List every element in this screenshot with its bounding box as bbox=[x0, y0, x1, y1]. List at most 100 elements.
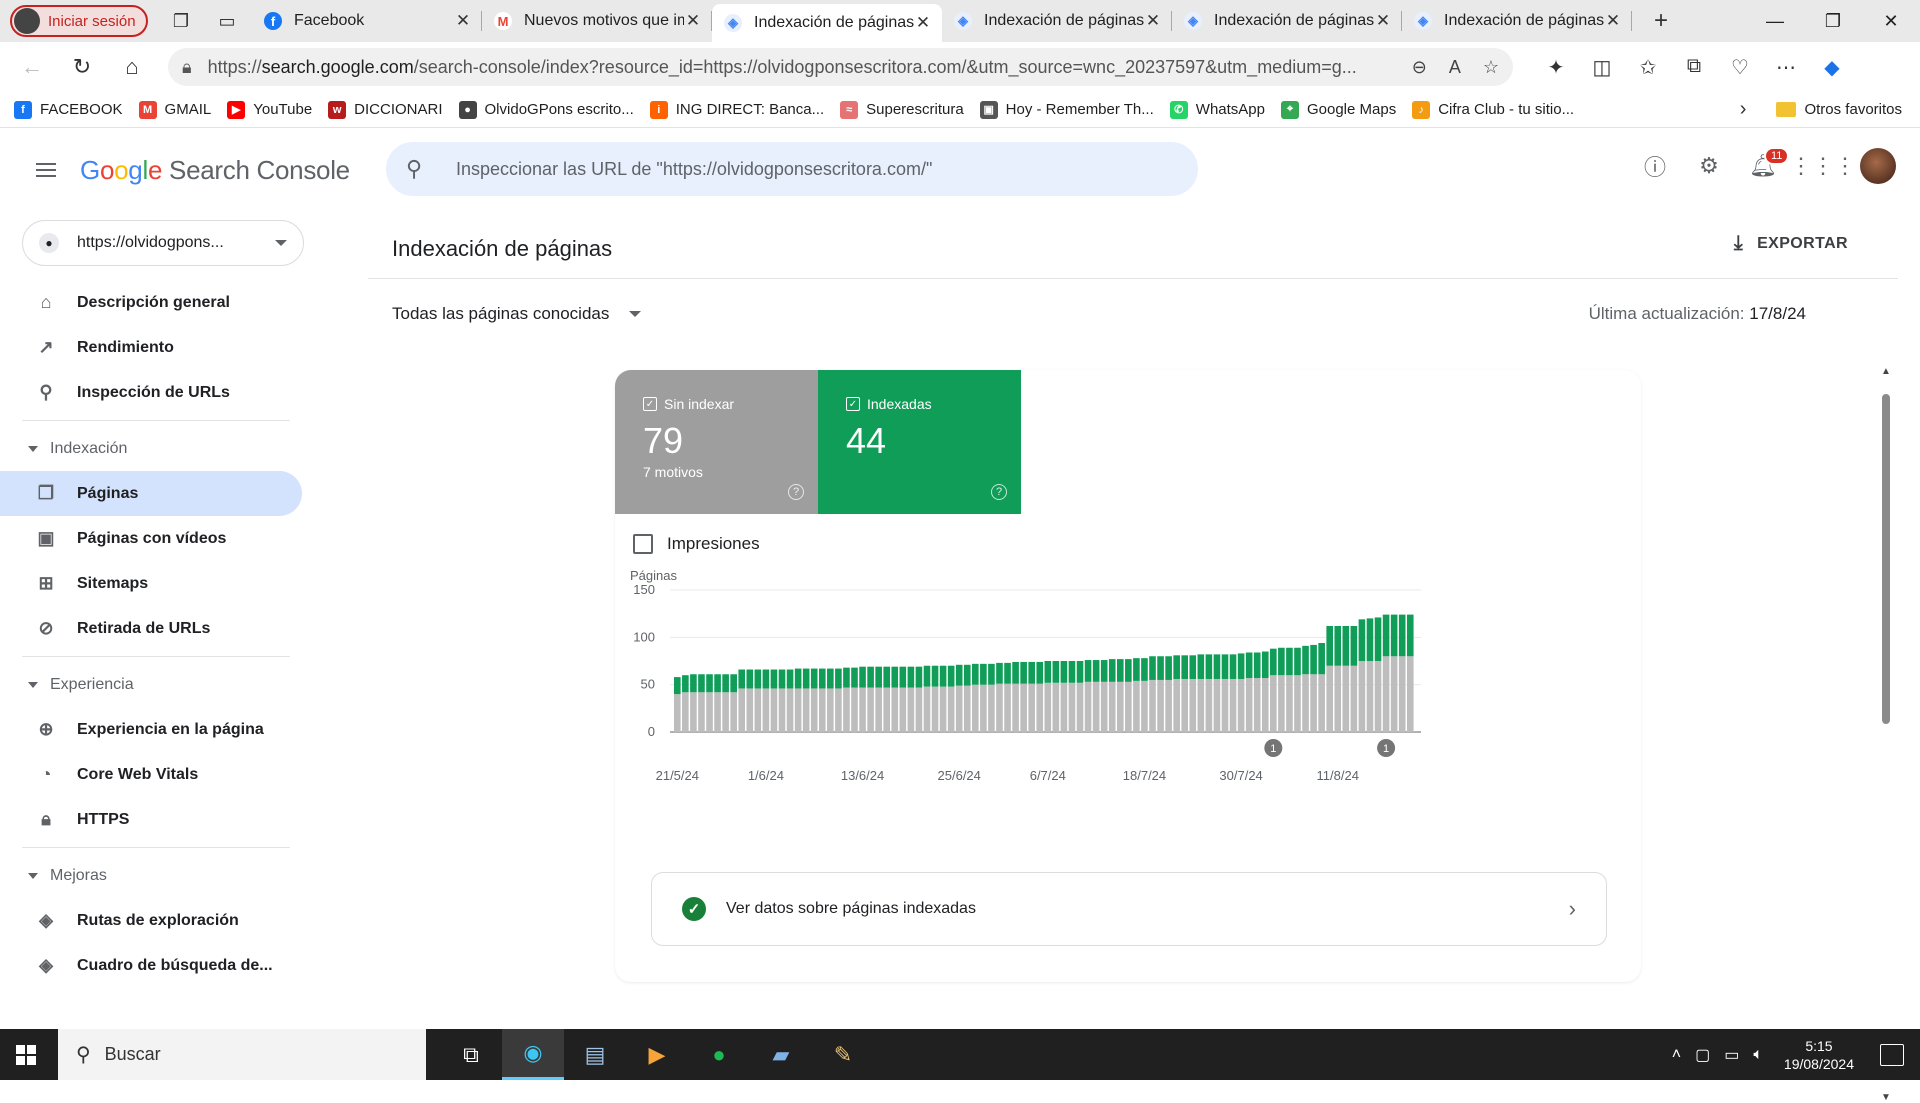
more-icon[interactable]: ⋯ bbox=[1763, 55, 1809, 80]
bar-segment[interactable] bbox=[810, 668, 818, 689]
bar-segment[interactable] bbox=[980, 684, 987, 732]
apps-grid-icon[interactable]: ⋮⋮⋮ bbox=[1790, 153, 1856, 179]
bar-segment[interactable] bbox=[1350, 625, 1358, 666]
bookmark-item[interactable]: ≈ Superescritura bbox=[840, 100, 964, 119]
bar-segment[interactable] bbox=[1342, 665, 1350, 732]
bar-segment[interactable] bbox=[698, 692, 705, 732]
lock-icon[interactable]: 🔒︎ bbox=[182, 57, 192, 78]
bar-segment[interactable] bbox=[1382, 656, 1390, 732]
sidebar-item[interactable]: ⌂ Descripción general bbox=[0, 280, 302, 325]
menu-icon[interactable] bbox=[22, 146, 70, 194]
vertical-tabs-icon[interactable]: ▭ bbox=[214, 8, 240, 34]
bar-segment[interactable] bbox=[1100, 660, 1108, 682]
bar-segment[interactable] bbox=[738, 688, 746, 732]
metric-indexed[interactable]: ✓ Indexadas 44 ? bbox=[818, 370, 1021, 514]
profile-button[interactable]: Iniciar sesión bbox=[10, 5, 148, 37]
sidebar-item[interactable]: ▣ Páginas con vídeos bbox=[0, 516, 302, 561]
bar-segment[interactable] bbox=[1133, 658, 1140, 681]
bar-segment[interactable] bbox=[1253, 652, 1261, 679]
close-tab-icon[interactable]: ✕ bbox=[1144, 11, 1162, 31]
bar-segment[interactable] bbox=[1084, 681, 1092, 732]
bar-segment[interactable] bbox=[1398, 614, 1406, 657]
bar-segment[interactable] bbox=[1116, 659, 1124, 682]
bar-segment[interactable] bbox=[1406, 614, 1414, 657]
bar-segment[interactable] bbox=[674, 694, 681, 732]
task-view-icon[interactable]: ⧉ bbox=[440, 1029, 502, 1080]
bar-segment[interactable] bbox=[1020, 661, 1027, 684]
bar-segment[interactable] bbox=[690, 674, 697, 693]
bar-segment[interactable] bbox=[1108, 681, 1116, 732]
bar-segment[interactable] bbox=[1358, 661, 1366, 732]
taskbar-search[interactable]: ⚲ Buscar bbox=[58, 1029, 426, 1080]
bar-segment[interactable] bbox=[1116, 681, 1124, 732]
bar-segment[interactable] bbox=[1141, 658, 1148, 681]
bar-segment[interactable] bbox=[1141, 680, 1148, 732]
search-console-logo[interactable]: Google Search Console bbox=[80, 155, 350, 186]
sidebar-item[interactable]: ◈ Rutas de exploración bbox=[0, 898, 302, 943]
zoom-icon[interactable]: ⊖ bbox=[1412, 57, 1427, 78]
bar-segment[interactable] bbox=[1406, 656, 1414, 732]
bar-segment[interactable] bbox=[843, 667, 850, 688]
scrollbar-thumb[interactable] bbox=[1882, 394, 1890, 724]
sidebar-item[interactable]: ❐ Páginas bbox=[0, 471, 302, 516]
edge-icon[interactable]: ◉ bbox=[502, 1029, 564, 1080]
bookmark-item[interactable]: i ING DIRECT: Banca... bbox=[649, 100, 824, 119]
sidebar-item[interactable]: ⊞ Sitemaps bbox=[0, 561, 302, 606]
bar-segment[interactable] bbox=[996, 683, 1003, 732]
bar-segment[interactable] bbox=[851, 687, 858, 732]
bar-segment[interactable] bbox=[1221, 654, 1229, 679]
bar-segment[interactable] bbox=[1125, 659, 1132, 682]
bar-segment[interactable] bbox=[1366, 661, 1374, 732]
url-text[interactable]: https://search.google.com/search-console… bbox=[208, 57, 1390, 78]
bar-segment[interactable] bbox=[931, 686, 939, 732]
checkbox-unchecked-icon[interactable] bbox=[633, 534, 653, 554]
volume-icon[interactable]: 🔈︎ bbox=[1753, 1046, 1763, 1064]
bar-segment[interactable] bbox=[988, 663, 995, 685]
bar-segment[interactable] bbox=[835, 688, 842, 732]
bar-segment[interactable] bbox=[1270, 675, 1277, 732]
checkbox-checked-icon[interactable]: ✓ bbox=[643, 397, 657, 411]
scroll-up-icon[interactable]: ▲ bbox=[1880, 366, 1892, 377]
bar-segment[interactable] bbox=[810, 688, 818, 732]
bar-segment[interactable] bbox=[1052, 682, 1060, 732]
help-icon[interactable]: ? bbox=[991, 484, 1007, 500]
bar-segment[interactable] bbox=[1157, 679, 1164, 732]
bar-segment[interactable] bbox=[1100, 681, 1108, 732]
workspaces-icon[interactable]: ❐ bbox=[168, 8, 194, 34]
bar-segment[interactable] bbox=[1189, 678, 1197, 732]
sidebar-section-header[interactable]: Indexación bbox=[0, 426, 302, 471]
bar-segment[interactable] bbox=[1020, 683, 1027, 732]
chevron-up-icon[interactable]: ˄ bbox=[1672, 1046, 1681, 1064]
bar-segment[interactable] bbox=[722, 692, 729, 732]
bar-segment[interactable] bbox=[1302, 674, 1309, 732]
bar-segment[interactable] bbox=[1261, 678, 1269, 732]
url-inspect-input[interactable] bbox=[456, 158, 1156, 180]
bar-segment[interactable] bbox=[1052, 661, 1060, 683]
bookmark-item[interactable]: ▣ Hoy - Remember Th... bbox=[979, 100, 1154, 119]
bar-segment[interactable] bbox=[1326, 625, 1333, 666]
bar-segment[interactable] bbox=[1133, 680, 1140, 732]
bar-segment[interactable] bbox=[851, 667, 858, 688]
bar-segment[interactable] bbox=[1237, 678, 1245, 732]
bar-segment[interactable] bbox=[1068, 661, 1076, 683]
bar-segment[interactable] bbox=[859, 687, 866, 732]
bar-segment[interactable] bbox=[1390, 614, 1398, 657]
bar-segment[interactable] bbox=[1278, 647, 1285, 676]
bar-segment[interactable] bbox=[1270, 648, 1277, 676]
bar-segment[interactable] bbox=[891, 687, 899, 732]
bar-segment[interactable] bbox=[682, 692, 689, 732]
bar-segment[interactable] bbox=[1261, 651, 1269, 679]
close-tab-icon[interactable]: ✕ bbox=[1374, 11, 1392, 31]
bar-segment[interactable] bbox=[1149, 679, 1156, 732]
bar-segment[interactable] bbox=[915, 666, 923, 688]
bar-segment[interactable] bbox=[1213, 678, 1221, 732]
sidebar-item[interactable]: ◈ Cuadro de búsqueda de... bbox=[0, 943, 302, 988]
sidebar-item[interactable]: 🔒︎ HTTPS bbox=[0, 797, 302, 842]
bar-segment[interactable] bbox=[980, 663, 987, 685]
browser-tab[interactable]: f Facebook ✕ bbox=[252, 0, 482, 42]
bar-segment[interactable] bbox=[738, 669, 746, 689]
bookmark-item[interactable]: ⌖ Google Maps bbox=[1280, 100, 1396, 119]
bar-segment[interactable] bbox=[1302, 645, 1309, 675]
bar-segment[interactable] bbox=[1060, 682, 1068, 732]
scrollbar[interactable]: ▲ ▼ bbox=[1880, 366, 1892, 1103]
